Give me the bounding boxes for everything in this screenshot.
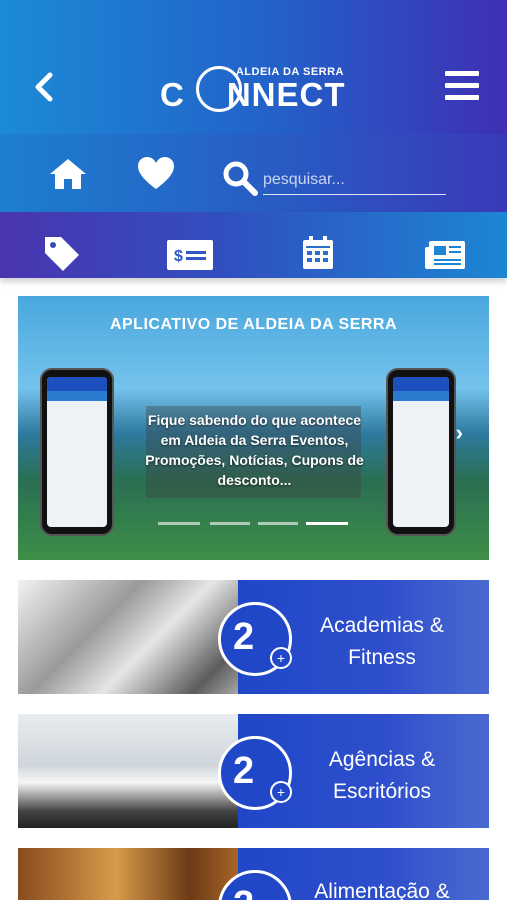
newspaper-icon	[425, 241, 465, 269]
home-icon	[50, 159, 86, 189]
search-input[interactable]	[263, 168, 446, 192]
category-label: Agências & Escritórios	[328, 748, 436, 803]
connect-badge-icon: 2 +	[218, 602, 292, 676]
money-bill-icon: $	[167, 240, 213, 270]
news-button[interactable]	[424, 240, 466, 275]
app-logo: ALDEIA DA SERRA C NNECT	[160, 62, 350, 120]
search-icon	[223, 161, 258, 196]
category-card[interactable]: 2 + Agências & Escritórios	[18, 714, 489, 828]
category-label: Alimentação &	[314, 880, 450, 900]
chevron-left-icon	[35, 72, 53, 102]
category-card[interactable]: 2 Alimentação &	[18, 848, 489, 900]
carousel-dot-active[interactable]	[306, 522, 348, 525]
search-underline	[263, 194, 446, 195]
next-slide-button[interactable]: ›	[456, 420, 463, 446]
category-card[interactable]: 2 + Academias & Fitness	[18, 580, 489, 694]
carousel-indicators	[158, 522, 348, 526]
quick-category-bar: $	[0, 212, 507, 278]
logo-suffix: NNECT	[226, 76, 346, 113]
carousel-dot[interactable]	[158, 522, 200, 525]
logo-prefix: C	[160, 76, 185, 113]
logo-title: C NNECT	[160, 76, 346, 114]
calendar-icon	[303, 236, 333, 269]
search-button[interactable]	[222, 160, 260, 201]
favorites-button[interactable]	[137, 156, 175, 197]
category-label: Academias & Fitness	[320, 614, 444, 669]
back-button[interactable]	[30, 70, 60, 104]
home-button[interactable]	[48, 156, 88, 197]
carousel-dot[interactable]	[258, 522, 298, 525]
phone-mockup-left	[40, 368, 114, 536]
banner-title: APLICATIVO DE ALDEIA DA SERRA	[109, 316, 398, 333]
carousel-dot[interactable]	[210, 522, 250, 525]
phone-mockup-right	[386, 368, 456, 536]
connect-badge-icon: 2 +	[218, 736, 292, 810]
prices-button[interactable]: $	[166, 239, 214, 276]
svg-text:$: $	[174, 248, 183, 265]
events-button[interactable]	[301, 235, 335, 276]
tag-icon	[45, 237, 79, 271]
toolbar	[0, 134, 507, 212]
hamburger-menu-icon	[445, 71, 479, 76]
coupons-button[interactable]	[42, 234, 82, 277]
menu-button[interactable]	[445, 71, 479, 101]
heart-icon	[138, 157, 174, 189]
banner-text: Fique sabendo do que acontece em Aldeia …	[145, 412, 364, 488]
app-header: ALDEIA DA SERRA C NNECT	[0, 0, 507, 134]
promo-banner[interactable]: APLICATIVO DE ALDEIA DA SERRA Fique sabe…	[18, 296, 489, 560]
